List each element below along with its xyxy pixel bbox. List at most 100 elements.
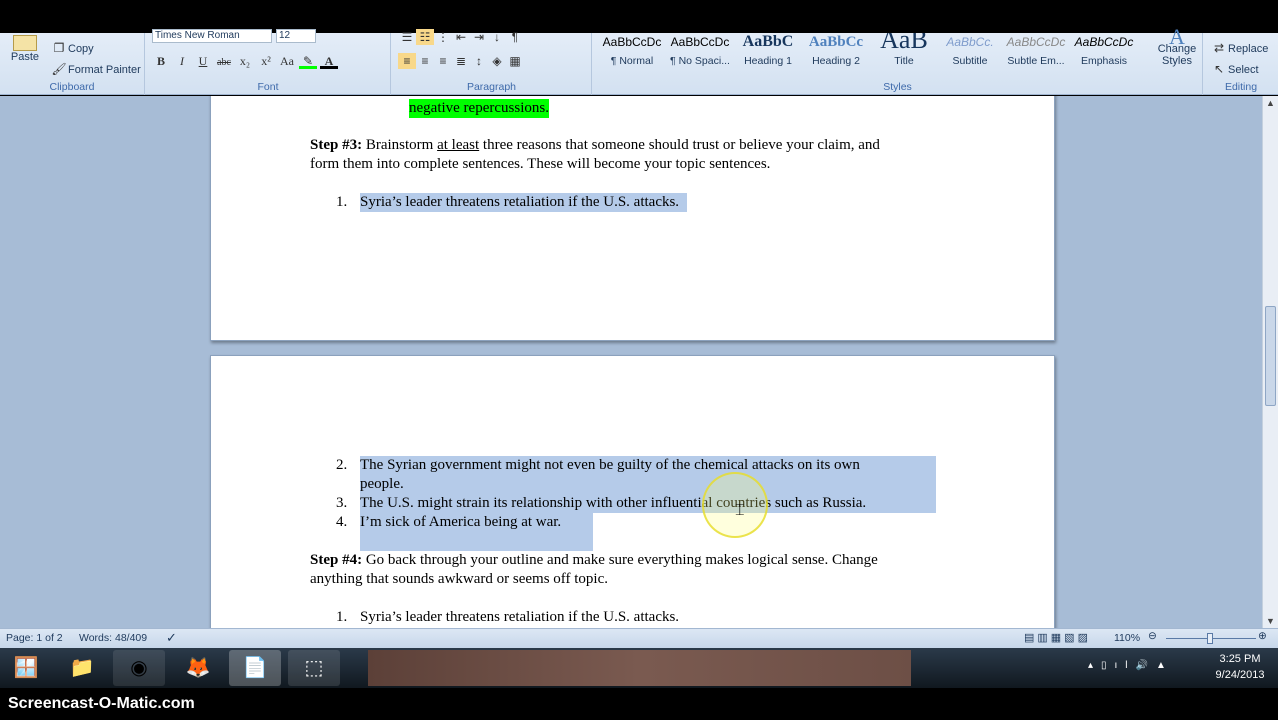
view-buttons-icon[interactable]: ▤▥▦▧▨: [1024, 631, 1091, 644]
tray-icons[interactable]: ▴▯ıl🔊▲: [1088, 660, 1174, 671]
clipboard-label: Clipboard: [49, 81, 95, 93]
format-painter-button[interactable]: 🖌Format Painter: [50, 61, 140, 77]
change-styles-icon: A: [1169, 24, 1185, 49]
shading-icon[interactable]: ◈: [488, 53, 506, 69]
borders-icon[interactable]: ▦: [506, 53, 524, 69]
sort-icon[interactable]: ↓: [488, 29, 506, 45]
zoom-level[interactable]: 110%: [1114, 632, 1140, 644]
font-group: Times New Roman 12 B I U abc x₂ x² Aa ✎ …: [146, 29, 391, 95]
copy-icon: ❐: [53, 41, 65, 55]
styles-group: AaBbCcDc ¶ Normal AaBbCcDc ¶ No Spaci... A…: [593, 24, 1203, 95]
page-1[interactable]: negative repercussions. Step #3: Brainst…: [210, 96, 1055, 341]
scroll-up-icon[interactable]: ▲: [1266, 98, 1275, 108]
highlight-color-icon[interactable]: ✎: [299, 53, 317, 69]
list-number: 1.: [336, 609, 348, 625]
align-left-icon[interactable]: ≡: [398, 53, 416, 69]
clock-date[interactable]: 9/24/2013: [1210, 669, 1270, 681]
zoom-slider-thumb[interactable]: [1207, 633, 1213, 644]
video-thumbnail: [368, 650, 911, 686]
multilevel-icon[interactable]: ⋮: [434, 29, 452, 45]
step4-line1: Step #4: Go back through your outline an…: [310, 552, 878, 568]
chrome-icon[interactable]: ◉: [113, 650, 165, 686]
list-item: I’m sick of America being at war.: [360, 513, 593, 551]
status-bar: Page: 1 of 2 Words: 48/409 ✓ ▤▥▦▧▨ 110% …: [0, 628, 1278, 648]
increase-indent-icon[interactable]: ⇥: [470, 29, 488, 45]
step3-line2: form them into complete sentences. These…: [310, 156, 771, 172]
firefox-icon[interactable]: 🦊: [172, 650, 224, 686]
line-spacing-icon[interactable]: ↕: [470, 53, 488, 69]
list-item: Syria’s leader threatens retaliation if …: [360, 193, 688, 212]
list-number: 1.: [336, 194, 348, 210]
list-number: 4.: [336, 514, 348, 530]
list-number: 2.: [336, 457, 348, 473]
numbering-icon[interactable]: ☷: [416, 29, 434, 45]
subscript-button[interactable]: x₂: [236, 53, 254, 69]
italic-button[interactable]: I: [173, 53, 191, 69]
list-item: Syria’s leader threatens retaliation if …: [360, 609, 680, 625]
mouse-pointer-icon: ⌶: [735, 502, 745, 519]
scroll-thumb[interactable]: [1265, 306, 1276, 406]
center-icon[interactable]: ≡: [416, 53, 434, 69]
start-button-icon[interactable]: 🪟: [0, 650, 52, 686]
list-item: The U.S. might strain its relationship w…: [360, 494, 936, 513]
editing-group: ⇄ Replace ↖ Select Editing: [1204, 33, 1278, 95]
decrease-indent-icon[interactable]: ⇤: [452, 29, 470, 45]
clock-time[interactable]: 3:25 PM: [1210, 653, 1270, 665]
strikethrough-button[interactable]: abc: [215, 55, 233, 71]
bold-button[interactable]: B: [152, 53, 170, 69]
align-right-icon[interactable]: ≡: [434, 53, 452, 69]
pointer-icon: ↖: [1213, 62, 1225, 76]
bullets-icon[interactable]: ☰: [398, 29, 416, 45]
style-no-spacing[interactable]: AaBbCcDc ¶ No Spaci...: [667, 33, 733, 73]
style-emphasis[interactable]: AaBbCcDc Emphasis: [1071, 33, 1137, 73]
list-item: The Syrian government might not even be …: [360, 456, 936, 475]
style-subtle-emphasis[interactable]: AaBbCcDc Subtle Em...: [1003, 33, 1069, 73]
font-color-icon[interactable]: A: [320, 53, 338, 69]
superscript-button[interactable]: x²: [257, 53, 275, 69]
watermark: Screencast-O-Matic.com: [8, 695, 195, 712]
font-name-select[interactable]: Times New Roman: [152, 29, 272, 43]
paragraph-group: ☰ ☷ ⋮ ⇤ ⇥ ↓ ¶ ≡ ≡ ≡ ≣ ↕ ◈ ▦ Paragraph: [392, 29, 592, 95]
style-heading-2[interactable]: AaBbCc Heading 2: [803, 33, 869, 73]
document-area[interactable]: negative repercussions. Step #3: Brainst…: [0, 96, 1262, 628]
step4-line2: anything that sounds awkward or seems of…: [310, 571, 609, 587]
word-count[interactable]: Words: 48/409: [79, 632, 147, 644]
editing-label: Editing: [1224, 81, 1258, 93]
screencast-icon[interactable]: ⬚: [288, 650, 340, 686]
taskbar: 🪟 📁 ◉ 🦊 📄 ⬚ ▴▯ıl🔊▲ 3:25 PM 9/24/2013: [0, 648, 1278, 688]
brush-icon: 🖌: [51, 62, 67, 76]
proofing-icon[interactable]: ✓: [166, 630, 177, 646]
copy-button[interactable]: ❐ Copy: [50, 40, 94, 56]
list-number: 3.: [336, 495, 348, 511]
style-title[interactable]: AaB Title: [871, 33, 937, 73]
change-case-button[interactable]: Aa: [278, 53, 296, 69]
zoom-in-icon[interactable]: ⊕: [1258, 630, 1267, 642]
paragraph-label: Paragraph: [466, 81, 517, 93]
select-button[interactable]: ↖ Select: [1210, 61, 1259, 77]
paste-button[interactable]: Paste: [10, 35, 40, 63]
justify-icon[interactable]: ≣: [452, 53, 470, 69]
styles-label: Styles: [883, 81, 912, 93]
style-subtitle[interactable]: AaBbCc. Subtitle: [937, 33, 1003, 73]
step3-line1: Step #3: Brainstorm at least three reaso…: [310, 137, 880, 153]
highlighted-text: negative repercussions.: [409, 99, 549, 118]
replace-button[interactable]: ⇄ Replace: [1210, 40, 1268, 56]
clipboard-icon: [13, 35, 37, 51]
vertical-scrollbar[interactable]: ▲ ▼: [1262, 96, 1278, 628]
pilcrow-icon[interactable]: ¶: [506, 29, 524, 45]
underline-button[interactable]: U: [194, 53, 212, 69]
zoom-out-icon[interactable]: ⊖: [1148, 630, 1157, 642]
page-count[interactable]: Page: 1 of 2: [6, 632, 63, 644]
font-label: Font: [257, 81, 279, 93]
style-normal[interactable]: AaBbCcDc ¶ Normal: [599, 33, 665, 73]
word-icon[interactable]: 📄: [229, 650, 281, 686]
scroll-down-icon[interactable]: ▼: [1266, 616, 1275, 626]
clipboard-group: Paste ❐ Copy 🖌Format Painter Clipboard: [0, 33, 145, 95]
ribbon: Paste ❐ Copy 🖌Format Painter Clipboard Ti…: [0, 24, 1278, 95]
page-2[interactable]: 2. The Syrian government might not even …: [210, 355, 1055, 628]
explorer-icon[interactable]: 📁: [56, 650, 108, 686]
style-heading-1[interactable]: AaBbC Heading 1: [735, 33, 801, 73]
font-size-select[interactable]: 12: [276, 29, 316, 43]
list-item-continued: people.: [360, 475, 936, 494]
change-styles-button[interactable]: A Change Styles: [1153, 24, 1201, 68]
